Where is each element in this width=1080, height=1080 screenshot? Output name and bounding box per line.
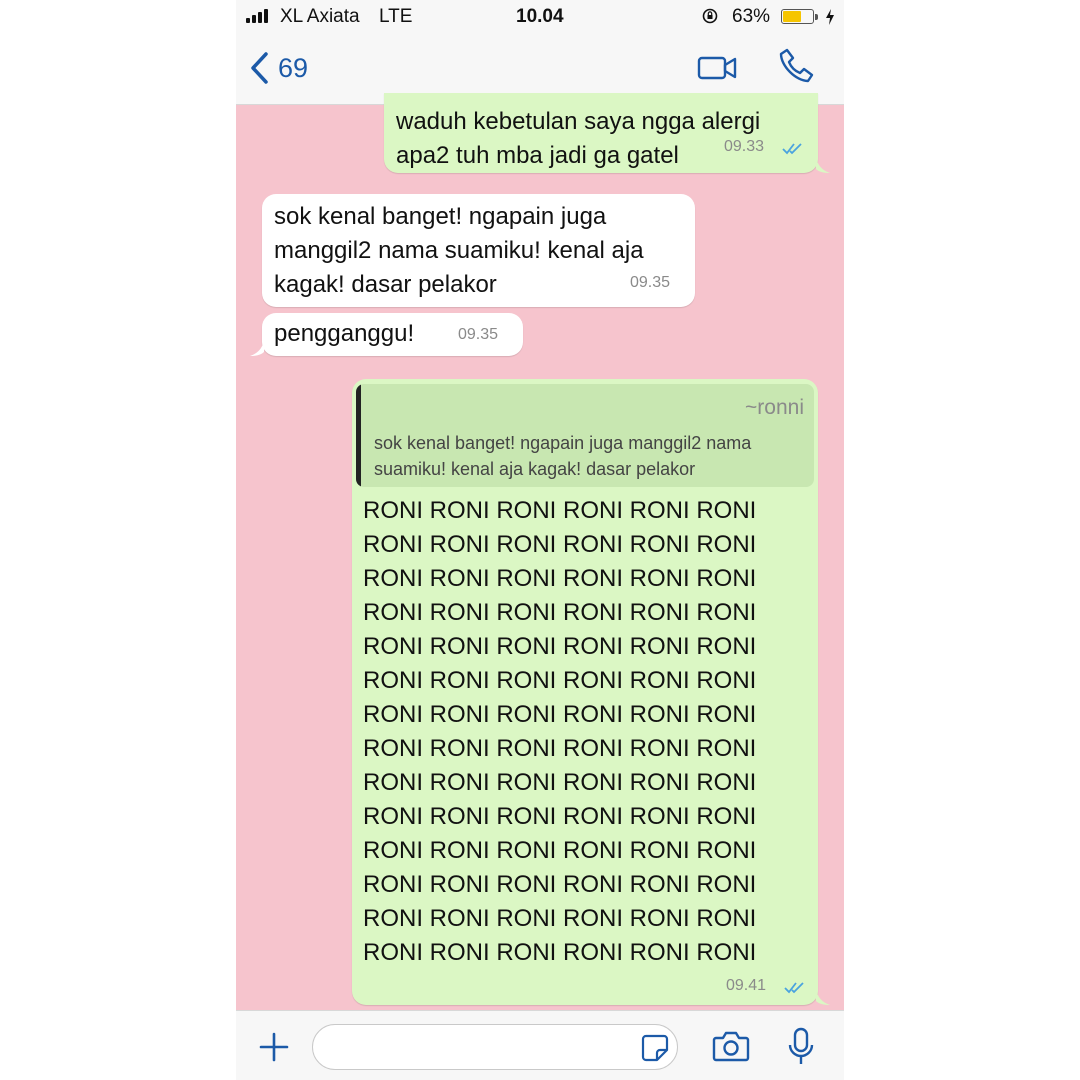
- message-time: 09.33: [724, 138, 765, 155]
- incoming-message[interactable]: sok kenal banget! ngapain juga manggil2 …: [262, 194, 695, 307]
- message-line: RONI RONI RONI RONI RONI RONI: [363, 531, 757, 558]
- status-bar: XL Axiata LTE 10.04 63%: [236, 0, 844, 34]
- network-type: LTE: [379, 6, 413, 27]
- outgoing-reply-message[interactable]: ~ronni sok kenal banget! ngapain juga ma…: [352, 379, 818, 1005]
- message-text: RONI RONI RONI RONI RONI RONI RONI RONI R…: [363, 494, 803, 970]
- message-line: RONI RONI RONI RONI RONI RONI: [363, 803, 757, 830]
- sticker-icon[interactable]: [640, 1033, 670, 1063]
- message-line: RONI RONI RONI RONI RONI RONI: [363, 769, 757, 796]
- plus-icon[interactable]: [258, 1031, 290, 1063]
- quoted-message[interactable]: ~ronni sok kenal banget! ngapain juga ma…: [356, 384, 814, 487]
- message-line: RONI RONI RONI RONI RONI RONI: [363, 497, 757, 524]
- read-receipt-icon: [784, 982, 804, 994]
- message-list[interactable]: waduh kebetulan saya ngga alergi apa2 tu…: [236, 93, 844, 1009]
- signal-strength-icon: [246, 9, 268, 23]
- bubble-tail: [816, 989, 830, 1005]
- charging-bolt-icon: [826, 9, 834, 25]
- bubble-tail: [250, 340, 264, 356]
- message-line: RONI RONI RONI RONI RONI RONI: [363, 633, 757, 660]
- message-time: 09.41: [726, 977, 767, 994]
- chevron-left-icon: [251, 52, 268, 84]
- rotation-lock-icon: [702, 8, 718, 24]
- message-line: RONI RONI RONI RONI RONI RONI: [363, 667, 757, 694]
- message-input[interactable]: [312, 1024, 678, 1070]
- message-line: RONI RONI RONI RONI RONI RONI: [363, 599, 757, 626]
- message-line: RONI RONI RONI RONI RONI RONI: [363, 939, 757, 966]
- message-text: pengganggu!: [274, 320, 415, 347]
- battery-icon: [781, 9, 814, 24]
- quote-bar: [356, 384, 361, 487]
- compose-bar: [236, 1010, 844, 1080]
- unread-count: 69: [278, 52, 309, 83]
- read-receipt-icon: [782, 143, 802, 155]
- camera-icon[interactable]: [712, 1029, 750, 1063]
- microphone-icon[interactable]: [788, 1027, 814, 1067]
- phone-icon[interactable]: [776, 46, 816, 86]
- quoted-author: ~ronni: [745, 396, 804, 419]
- message-line: RONI RONI RONI RONI RONI RONI: [363, 905, 757, 932]
- message-time: 09.35: [630, 274, 671, 291]
- message-line: RONI RONI RONI RONI RONI RONI: [363, 735, 757, 762]
- outgoing-message[interactable]: waduh kebetulan saya ngga alergi apa2 tu…: [384, 93, 818, 173]
- incoming-message[interactable]: pengganggu! 09.35: [262, 313, 523, 356]
- battery-percent: 63%: [732, 6, 771, 27]
- message-text: sok kenal banget! ngapain juga manggil2 …: [274, 203, 644, 298]
- battery-tip: [815, 14, 818, 20]
- carrier-name: XL Axiata: [280, 6, 360, 27]
- chat-screen: XL Axiata LTE 10.04 63% 69 waduh kebetul…: [236, 0, 844, 1080]
- message-line: RONI RONI RONI RONI RONI RONI: [363, 837, 757, 864]
- battery-level-fill: [783, 11, 801, 22]
- message-time: 09.35: [458, 326, 499, 343]
- quoted-text: sok kenal banget! ngapain juga manggil2 …: [374, 433, 752, 479]
- back-button[interactable]: 69: [248, 48, 308, 88]
- message-line: RONI RONI RONI RONI RONI RONI: [363, 871, 757, 898]
- status-time: 10.04: [516, 6, 564, 27]
- bubble-tail: [816, 157, 830, 173]
- message-line: RONI RONI RONI RONI RONI RONI: [363, 565, 757, 592]
- message-line: RONI RONI RONI RONI RONI RONI: [363, 701, 757, 728]
- video-camera-icon[interactable]: [696, 52, 740, 84]
